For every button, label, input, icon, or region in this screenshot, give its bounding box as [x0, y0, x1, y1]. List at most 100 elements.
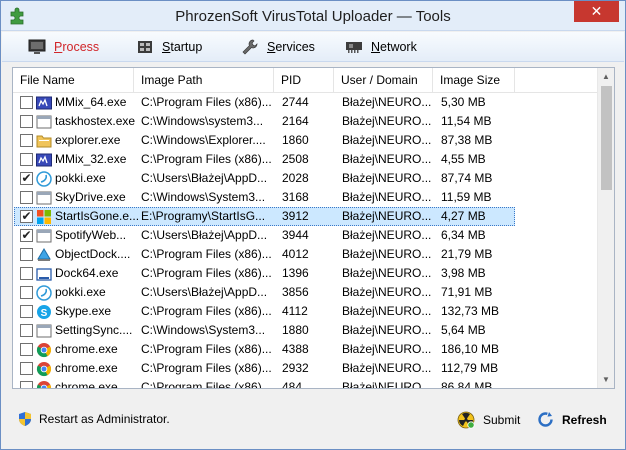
pid-cell: 2932 — [282, 361, 309, 375]
restart-as-admin-link[interactable]: Restart as Administrator. — [17, 411, 170, 427]
row-checkbox[interactable] — [20, 191, 33, 204]
user-domain-cell: Błażej\NEURO... — [342, 285, 432, 299]
column-pid[interactable]: PID — [274, 68, 334, 92]
toolbar: Process Startup Services Network — [2, 32, 624, 62]
row-checkbox[interactable] — [20, 134, 33, 147]
row-checkbox[interactable] — [20, 305, 33, 318]
row-checkbox[interactable] — [20, 115, 33, 128]
table-row[interactable]: ✔ StartIsGone.e... E:\Programy\StartIsG...… — [13, 207, 598, 226]
services-tab[interactable]: Services — [241, 38, 315, 56]
folder-icon — [36, 133, 52, 149]
table-row[interactable]: chrome.exe C:\Program Files (x86)... 484 Bł… — [13, 378, 598, 389]
image-path-cell: C:\Program Files (x86)... — [141, 266, 272, 280]
wrench-icon — [242, 39, 258, 55]
startup-tab[interactable]: Startup — [136, 38, 202, 56]
table-row[interactable]: ✔ SpotifyWeb... C:\Users\Błażej\AppD... 394… — [13, 226, 598, 245]
table-row[interactable]: Dock64.exe C:\Program Files (x86)... 1396 B… — [13, 264, 598, 283]
table-row[interactable]: MMix_64.exe C:\Program Files (x86)... 2744… — [13, 93, 598, 112]
pid-cell: 1396 — [282, 266, 309, 280]
file-name-cell: SkyDrive.exe — [55, 190, 126, 204]
file-name-cell: Dock64.exe — [55, 266, 119, 280]
pokki-icon — [36, 285, 52, 301]
table-row[interactable]: MMix_32.exe C:\Program Files (x86)... 2508… — [13, 150, 598, 169]
pid-cell: 3944 — [282, 228, 309, 242]
row-checkbox[interactable] — [20, 153, 33, 166]
vertical-scrollbar[interactable]: ▲ ▼ — [597, 68, 614, 388]
image-size-cell: 5,30 MB — [441, 95, 486, 109]
table-row[interactable]: taskhostex.exe C:\Windows\system3... 2164 B… — [13, 112, 598, 131]
table-row[interactable]: S Skype.exe C:\Program Files (x86)... 4112 B… — [13, 302, 598, 321]
row-checkbox[interactable] — [20, 286, 33, 299]
row-checkbox[interactable] — [20, 381, 33, 388]
row-checkbox[interactable]: ✔ — [20, 172, 33, 185]
row-checkbox[interactable] — [20, 362, 33, 375]
submit-button[interactable]: Submit — [457, 411, 520, 429]
user-domain-cell: Błażej\NEURO... — [342, 152, 432, 166]
pid-cell: 4012 — [282, 247, 309, 261]
windows-logo-icon — [36, 209, 52, 225]
scroll-up-icon[interactable]: ▲ — [598, 68, 614, 85]
table-row[interactable]: SkyDrive.exe C:\Windows\System3... 3168 Bła… — [13, 188, 598, 207]
user-domain-cell: Błażej\NEURO... — [342, 209, 432, 223]
process-tab[interactable]: Process — [28, 38, 99, 56]
network-tab-label: etwork — [380, 40, 417, 54]
user-domain-cell: Błażej\NEURO... — [342, 380, 432, 389]
pid-cell: 2164 — [282, 114, 309, 128]
image-path-cell: C:\Program Files (x86)... — [141, 304, 272, 318]
image-size-cell: 71,91 MB — [441, 285, 493, 299]
pid-cell: 1880 — [282, 323, 309, 337]
process-list[interactable]: File Name Image Path PID User / Domain I… — [12, 67, 615, 389]
image-path-cell: C:\Users\Błażej\AppD... — [141, 285, 268, 299]
user-domain-cell: Błażej\NEURO... — [342, 95, 432, 109]
pid-cell: 4388 — [282, 342, 309, 356]
monitor-icon — [28, 39, 46, 54]
image-path-cell: C:\Program Files (x86)... — [141, 152, 272, 166]
file-name-cell: pokki.exe — [55, 171, 106, 185]
table-row[interactable]: SettingSync.... C:\Windows\System3... 1880… — [13, 321, 598, 340]
row-checkbox[interactable] — [20, 324, 33, 337]
refresh-label: Refresh — [562, 412, 607, 427]
list-header: File Name Image Path PID User / Domain I… — [13, 68, 598, 93]
svg-text:S: S — [41, 308, 48, 319]
file-name-cell: Skype.exe — [55, 304, 112, 318]
row-checkbox[interactable] — [20, 343, 33, 356]
window-icon — [36, 228, 52, 244]
submit-label: Submit — [483, 413, 521, 427]
row-checkbox[interactable] — [20, 96, 33, 109]
table-row[interactable]: explorer.exe C:\Windows\Explorer.... 1860 B… — [13, 131, 598, 150]
user-domain-cell: Błażej\NEURO... — [342, 342, 432, 356]
column-image-path[interactable]: Image Path — [134, 68, 274, 92]
skype-icon: S — [36, 304, 52, 320]
file-name-cell: StartIsGone.e... — [55, 209, 140, 223]
row-checkbox[interactable]: ✔ — [20, 210, 33, 223]
column-user-domain[interactable]: User / Domain — [334, 68, 433, 92]
image-path-cell: C:\Users\Błażej\AppD... — [141, 171, 268, 185]
file-name-cell: MMix_64.exe — [55, 95, 127, 109]
image-size-cell: 87,74 MB — [441, 171, 493, 185]
pid-cell: 4112 — [282, 304, 308, 318]
image-size-cell: 132,73 MB — [441, 304, 500, 318]
row-checkbox[interactable] — [20, 248, 33, 261]
image-size-cell: 4,27 MB — [441, 209, 486, 223]
scroll-thumb[interactable] — [601, 86, 612, 190]
app-window: PhrozenSoft VirusTotal Uploader — Tools … — [0, 0, 626, 450]
row-checkbox[interactable]: ✔ — [20, 229, 33, 242]
column-file-name[interactable]: File Name — [13, 68, 134, 92]
table-row[interactable]: ✔ pokki.exe C:\Users\Błażej\AppD... 2028 Bła… — [13, 169, 598, 188]
pid-cell: 3856 — [282, 285, 309, 299]
table-row[interactable]: pokki.exe C:\Users\Błażej\AppD... 3856 Błaż… — [13, 283, 598, 302]
column-image-size[interactable]: Image Size — [433, 68, 515, 92]
dock-icon — [36, 266, 52, 282]
network-tab[interactable]: Network — [345, 38, 417, 56]
file-name-cell: chrome.exe — [55, 342, 118, 356]
refresh-button[interactable]: Refresh — [537, 411, 607, 428]
image-size-cell: 112,79 MB — [441, 361, 499, 375]
scroll-down-icon[interactable]: ▼ — [598, 371, 614, 388]
close-button[interactable]: ✕ — [574, 1, 619, 22]
user-domain-cell: Błażej\NEURO... — [342, 323, 432, 337]
image-path-cell: C:\Program Files (x86)... — [141, 361, 272, 375]
table-row[interactable]: chrome.exe C:\Program Files (x86)... 2932 B… — [13, 359, 598, 378]
table-row[interactable]: chrome.exe C:\Program Files (x86)... 4388 B… — [13, 340, 598, 359]
table-row[interactable]: ObjectDock.... C:\Program Files (x86)... 4… — [13, 245, 598, 264]
row-checkbox[interactable] — [20, 267, 33, 280]
